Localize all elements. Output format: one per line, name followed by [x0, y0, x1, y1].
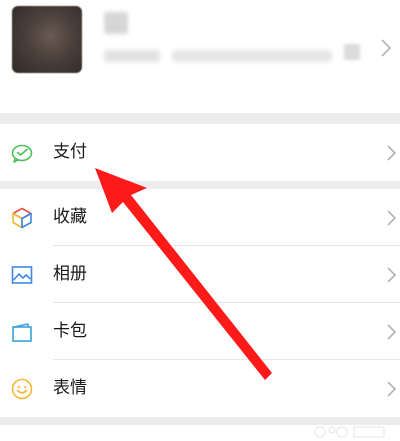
menu-item-favorites[interactable]: 收藏 [0, 189, 400, 246]
qr-code-icon[interactable] [344, 44, 360, 60]
wechat-pay-icon [11, 144, 33, 163]
menu-label-cards: 卡包 [53, 321, 87, 341]
profile-status-blurred [172, 50, 332, 62]
avatar [12, 6, 82, 73]
cube-icon [12, 207, 32, 229]
chevron-right-icon [381, 39, 392, 57]
chevron-right-icon [387, 381, 397, 397]
chevron-right-icon [387, 145, 397, 161]
menu-item-album[interactable]: 相册 [0, 246, 400, 303]
smiley-icon [11, 378, 33, 400]
menu-label-album: 相册 [53, 264, 87, 284]
chevron-right-icon [387, 267, 397, 283]
menu-label-stickers: 表情 [53, 378, 87, 398]
picture-icon [11, 266, 33, 284]
menu-item-cards[interactable]: 卡包 [0, 303, 400, 360]
watermark-logo [314, 426, 385, 438]
menu-item-stickers[interactable]: 表情 [0, 360, 400, 417]
profile-header[interactable] [0, 0, 400, 113]
menu-label-pay: 支付 [53, 142, 87, 162]
chevron-right-icon [387, 324, 397, 340]
menu-item-pay[interactable]: 支付 [0, 124, 400, 181]
profile-id-blurred [104, 50, 160, 62]
card-wallet-icon [12, 323, 32, 342]
profile-name-blurred [104, 12, 128, 34]
menu-label-favorites: 收藏 [53, 207, 87, 227]
chevron-right-icon [387, 210, 397, 226]
